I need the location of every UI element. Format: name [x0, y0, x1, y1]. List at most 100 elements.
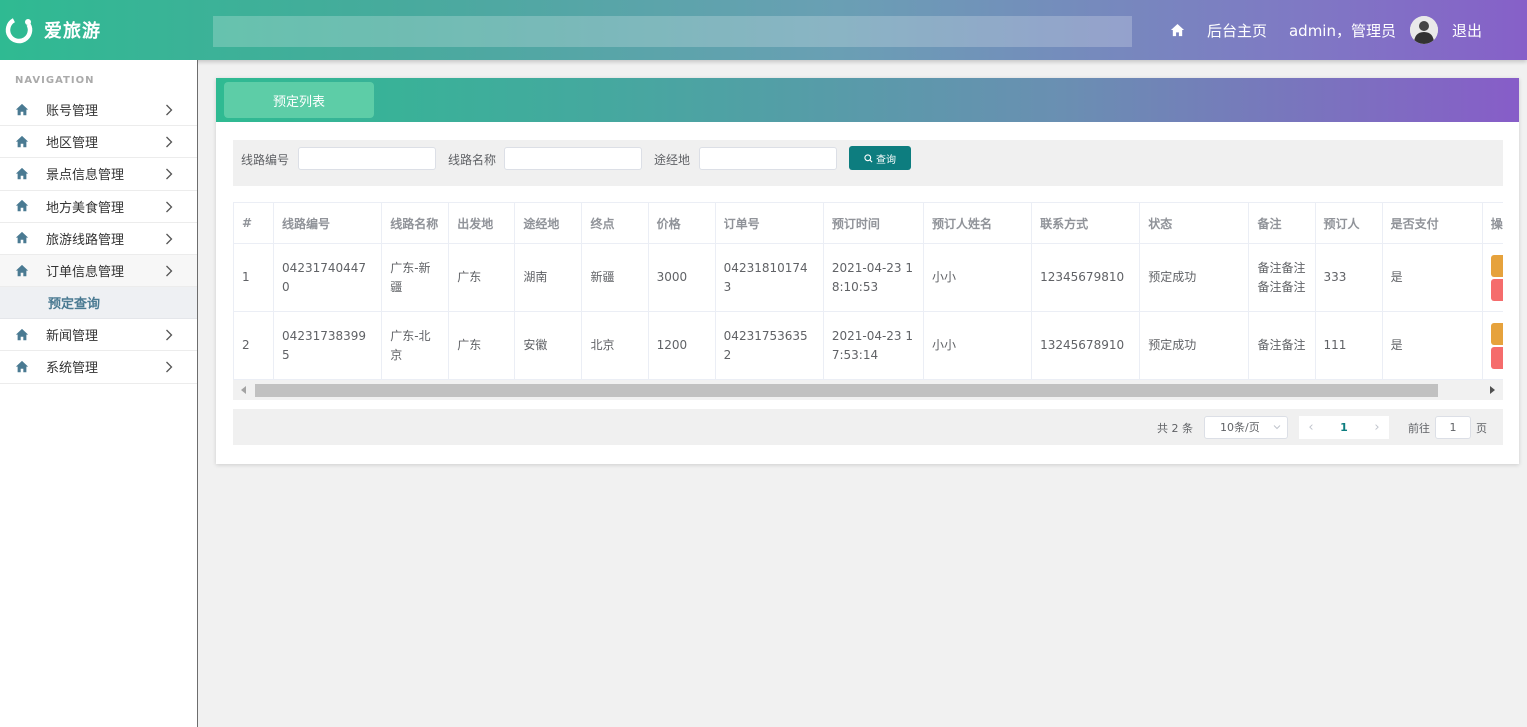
tab-booking-list[interactable]: 预定列表	[224, 82, 374, 118]
column-header: 预订人	[1314, 202, 1383, 244]
logout-link[interactable]: 退出	[1452, 20, 1482, 41]
table-cell: 2021-04-23 17:53:14	[822, 311, 924, 380]
table-cell: 预定成功	[1139, 311, 1250, 380]
sidebar-item-label: 系统管理	[46, 361, 99, 377]
chevron-right-icon	[166, 136, 173, 148]
column-header: 预订时间	[822, 202, 924, 244]
goto-page-input[interactable]: 1	[1435, 416, 1471, 439]
page-size-select[interactable]: 10条/页	[1204, 416, 1288, 439]
chevron-right-icon	[166, 265, 173, 277]
table-cell: 042317383995	[273, 311, 383, 380]
header-nav: 后台主页 admin，管理员 退出	[1170, 0, 1527, 60]
column-header: 终点	[581, 202, 649, 244]
table-cell: 广东-北京	[381, 311, 450, 380]
next-page-button[interactable]: ›	[1365, 420, 1389, 435]
column-header: 状态	[1139, 202, 1250, 244]
scrollbar-thumb[interactable]	[255, 384, 1438, 397]
page-size-value: 10条/页	[1220, 421, 1260, 434]
table-cell: 安徽	[514, 311, 583, 380]
scroll-right-icon[interactable]	[1490, 386, 1495, 394]
route-no-input[interactable]	[298, 147, 436, 170]
app-name: 爱旅游	[44, 21, 101, 42]
sidebar-item-label: 新闻管理	[46, 329, 99, 345]
home-icon[interactable]	[1170, 23, 1185, 38]
sidebar-item-food[interactable]: 地方美食管理	[0, 191, 197, 223]
home-icon	[15, 200, 29, 212]
column-header: 操	[1481, 202, 1503, 244]
table-cell: 13245678910	[1031, 311, 1141, 380]
app-logo[interactable]: 爱旅游	[4, 15, 101, 45]
total-count: 共 2 条	[1157, 422, 1193, 435]
table-cell: 广东	[448, 311, 516, 380]
sidebar-item-route[interactable]: 旅游线路管理	[0, 223, 197, 255]
pagination: 共 2 条 10条/页 ‹ 1 › 前往 1 页	[233, 409, 1503, 445]
nav-title: NAVIGATION	[15, 75, 95, 86]
route-no-label: 线路编号	[241, 153, 290, 167]
home-icon	[15, 135, 29, 148]
delete-button[interactable]	[1490, 346, 1503, 369]
column-header: #	[233, 202, 275, 244]
sidebar-item-system[interactable]: 系统管理	[0, 351, 197, 384]
booking-table: # 线路编号 线路名称 出发地 途经地 终点 价格 订单号 预订时间 预订人姓名…	[233, 202, 1503, 380]
column-header: 是否支付	[1381, 202, 1483, 244]
page-suffix: 页	[1476, 422, 1487, 435]
table-cell: 1	[233, 243, 275, 312]
column-header: 途经地	[514, 202, 583, 244]
table-cell: 备注备注	[1248, 311, 1316, 380]
chevron-right-icon	[166, 104, 173, 116]
prev-page-button[interactable]: ‹	[1299, 420, 1323, 435]
avatar[interactable]	[1409, 16, 1438, 44]
table-cell: 广东	[448, 243, 516, 312]
chevron-right-icon	[166, 168, 173, 180]
home-icon	[15, 360, 29, 373]
sidebar-item-label: 订单信息管理	[46, 265, 125, 281]
booking-list-card: 预定列表 线路编号 线路名称 途经地 查询 # 线路编号 线路名称 出发地 途经…	[216, 78, 1519, 464]
scroll-left-icon[interactable]	[241, 386, 246, 394]
chevron-right-icon	[166, 329, 173, 341]
table-cell: 广东-新疆	[381, 243, 450, 312]
table-cell: 北京	[581, 311, 649, 380]
via-input[interactable]	[699, 147, 837, 170]
table-cell: 是	[1381, 243, 1483, 312]
header-search-bar[interactable]	[213, 16, 1132, 47]
operation-cell	[1481, 243, 1503, 312]
sidebar-item-label: 景点信息管理	[46, 168, 125, 184]
column-header: 联系方式	[1031, 202, 1141, 244]
user-name: admin，管理员	[1288, 21, 1396, 40]
sidebar-item-order[interactable]: 订单信息管理	[0, 254, 197, 288]
column-header: 线路名称	[381, 202, 450, 244]
sidebar-item-account[interactable]: 账号管理	[0, 94, 197, 127]
current-page[interactable]: 1	[1323, 421, 1365, 434]
page-buttons: ‹ 1 ›	[1299, 416, 1389, 439]
chevron-right-icon	[166, 201, 173, 213]
home-link[interactable]: 后台主页	[1207, 20, 1267, 41]
sidebar-item-label: 地方美食管理	[46, 200, 125, 216]
table-cell: 042317536352	[714, 311, 824, 380]
sidebar-item-news[interactable]: 新闻管理	[0, 319, 197, 352]
column-header: 线路编号	[273, 202, 383, 244]
search-icon	[864, 153, 873, 162]
table-cell: 是	[1381, 311, 1483, 380]
table-header-row: # 线路编号 线路名称 出发地 途经地 终点 价格 订单号 预订时间 预订人姓名…	[233, 202, 1503, 244]
sidebar-item-region[interactable]: 地区管理	[0, 126, 197, 159]
edit-button[interactable]	[1490, 322, 1503, 345]
home-icon	[15, 103, 29, 115]
table-row: 2 042317383995 广东-北京 广东 安徽 北京 1200 04231…	[233, 311, 1503, 380]
delete-button[interactable]	[1490, 278, 1503, 301]
sidebar-subitem-booking-query[interactable]: 预定查询	[0, 287, 197, 320]
operation-cell	[1481, 311, 1503, 380]
query-button[interactable]: 查询	[849, 146, 911, 170]
sidebar-item-scenic[interactable]: 景点信息管理	[0, 158, 197, 191]
edit-button[interactable]	[1490, 254, 1503, 277]
column-header: 订单号	[714, 202, 824, 244]
table-cell: 042318101743	[714, 243, 824, 312]
column-header: 备注	[1248, 202, 1316, 244]
query-button-label: 查询	[876, 154, 896, 166]
table-cell: 备注备注备注备注	[1248, 243, 1316, 312]
route-name-label: 线路名称	[448, 153, 497, 167]
horizontal-scrollbar[interactable]	[233, 380, 1503, 400]
route-name-input[interactable]	[504, 147, 642, 170]
home-icon	[15, 167, 29, 180]
sidebar-menu: 账号管理 地区管理 景点信息管理 地方美食管理 旅游线路管理 订单信息管理 预定…	[0, 94, 197, 384]
booking-table-wrap: # 线路编号 线路名称 出发地 途经地 终点 价格 订单号 预订时间 预订人姓名…	[233, 202, 1503, 402]
